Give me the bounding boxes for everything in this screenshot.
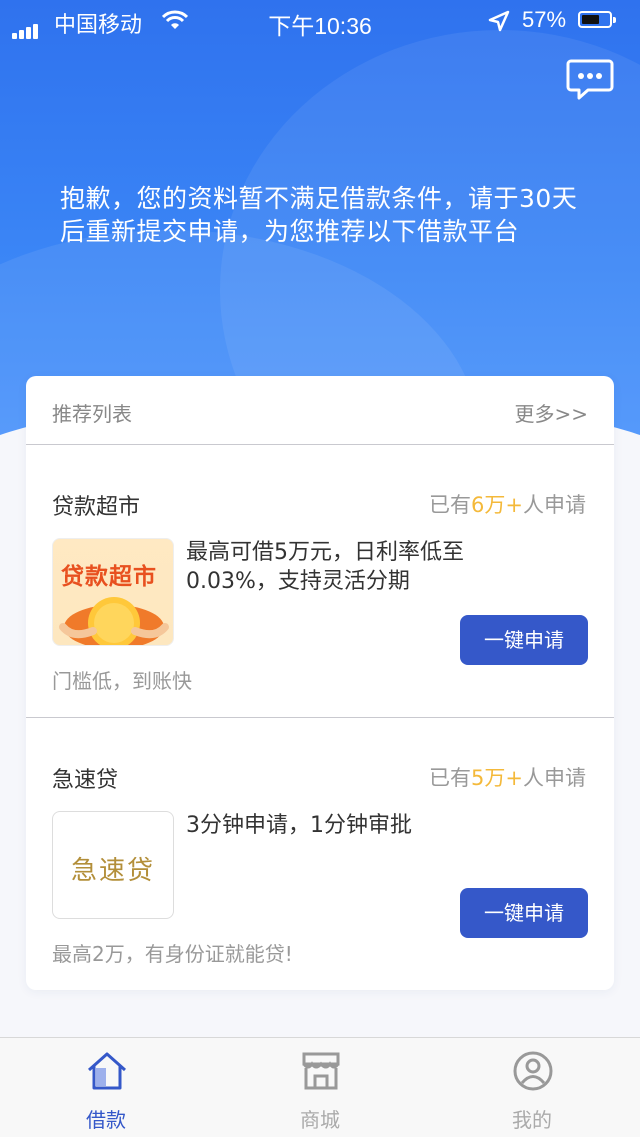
- platform-description: 最高可借5万元，日利率低至0.03%，支持灵活分期: [186, 540, 464, 594]
- card-title: 推荐列表: [52, 402, 132, 426]
- platform-name: 贷款超市: [52, 495, 141, 520]
- home-icon: [88, 1052, 126, 1090]
- card-header: 推荐列表 更多>>: [26, 376, 614, 445]
- platform-tagline: 门槛低，到账快: [52, 669, 192, 693]
- tab-label: 借款: [86, 1108, 126, 1132]
- apply-button[interactable]: 一键申请: [460, 615, 588, 665]
- tab-mine[interactable]: 我的: [452, 1038, 612, 1137]
- battery-icon: [578, 11, 616, 28]
- tab-label: 我的: [512, 1108, 552, 1132]
- platform-tagline: 最高2万，有身份证就能贷!: [52, 942, 293, 966]
- profile-icon: [513, 1051, 553, 1091]
- tab-mall[interactable]: 商城: [240, 1038, 400, 1137]
- platform-name: 急速贷: [52, 768, 119, 793]
- tab-label: 商城: [300, 1108, 340, 1132]
- store-icon: [302, 1052, 340, 1090]
- applicant-count: 已有5万+人申请: [429, 766, 586, 790]
- platform-logo: 急速贷: [52, 811, 174, 919]
- message-icon[interactable]: [566, 58, 614, 102]
- location-arrow-icon: [488, 10, 510, 32]
- more-link[interactable]: 更多>>: [514, 398, 588, 427]
- apply-button[interactable]: 一键申请: [460, 888, 588, 938]
- recommend-card: 推荐列表 更多>> 贷款超市 已有6万+人申请 贷款超市 最高可借5万元，日利率…: [26, 376, 614, 990]
- coin-icon: [59, 597, 169, 645]
- logo-text: 急速贷: [70, 856, 155, 886]
- tab-bar: 借款 商城 我的: [0, 1037, 640, 1137]
- applicant-count: 已有6万+人申请: [429, 493, 586, 517]
- list-item[interactable]: 贷款超市 已有6万+人申请 贷款超市 最高可借5万元，日利率低至0.03%，支持…: [26, 445, 614, 718]
- battery-percent: 57%: [522, 7, 567, 32]
- rejection-notice: 抱歉，您的资料暂不满足借款条件，请于30天后重新提交申请，为您推荐以下借款平台: [60, 184, 578, 246]
- tab-loan[interactable]: 借款: [26, 1038, 186, 1137]
- list-item[interactable]: 急速贷 已有5万+人申请 急速贷 3分钟申请，1分钟审批 一键申请 最高2万，有…: [26, 718, 614, 990]
- platform-logo: 贷款超市: [52, 538, 174, 646]
- status-bar: 中国移动 下午10:36 57%: [0, 0, 640, 40]
- platform-description: 3分钟申请，1分钟审批: [186, 813, 412, 838]
